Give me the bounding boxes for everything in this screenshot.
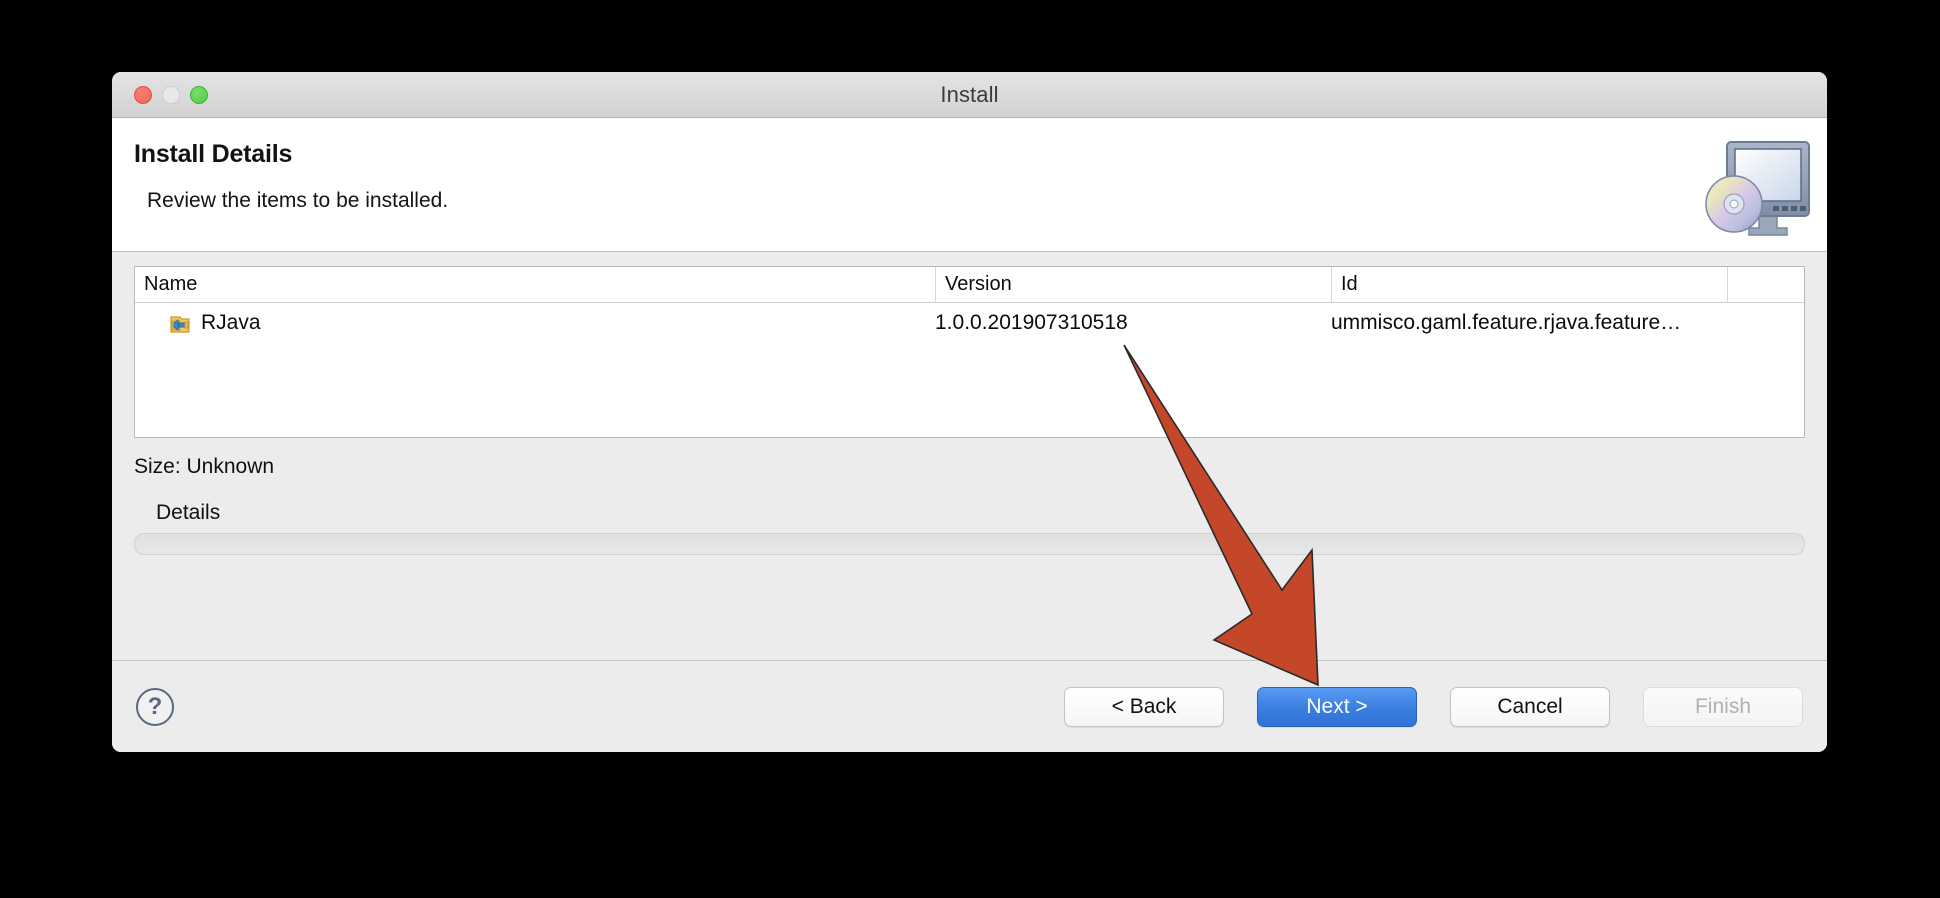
feature-plugin-icon [167, 310, 193, 336]
wizard-button-group: < Back Next > Cancel Finish [1064, 686, 1803, 727]
cell-version: 1.0.0.201907310518 [935, 311, 1128, 334]
cancel-button[interactable]: Cancel [1450, 686, 1610, 727]
minimize-button [162, 85, 180, 104]
close-button[interactable] [134, 85, 152, 104]
help-button[interactable]: ? [136, 687, 174, 726]
maximize-button[interactable] [190, 85, 208, 104]
cell-name-text: RJava [201, 311, 261, 334]
next-button[interactable]: Next > [1257, 686, 1417, 727]
cell-id: ummisco.gaml.feature.rjava.feature… [1331, 311, 1682, 334]
page-subtitle: Review the items to be installed. [147, 189, 449, 212]
window-titlebar: Install [112, 72, 1827, 118]
size-label: Size: Unknown [134, 455, 275, 478]
install-wizard-window: Install Install Details Review the items… [112, 72, 1827, 752]
table-row[interactable]: RJava 1.0.0.201907310518 ummisco.gaml.fe… [135, 303, 1804, 343]
table-header-row: Name Version Id [135, 267, 1804, 303]
column-header-name[interactable]: Name [135, 267, 935, 302]
back-button[interactable]: < Back [1064, 686, 1224, 727]
finish-button: Finish [1643, 686, 1803, 727]
window-traffic-lights [134, 85, 208, 104]
column-header-id[interactable]: Id [1331, 267, 1727, 302]
cell-name: RJava [135, 310, 935, 336]
screenshot-root: Install Install Details Review the items… [0, 0, 1940, 898]
details-label: Details [156, 501, 221, 524]
wizard-header: Install Details Review the items to be i… [112, 118, 1827, 252]
page-title: Install Details [134, 140, 293, 168]
window-title: Install [940, 81, 999, 107]
wizard-footer: ? < Back Next > Cancel Finish [112, 660, 1827, 752]
wizard-body: Name Version Id RJava 1.0.0.201907310518… [112, 252, 1827, 660]
install-monitor-disc-icon [1701, 124, 1821, 242]
column-header-extra[interactable] [1727, 267, 1804, 302]
details-text-field[interactable] [134, 533, 1805, 555]
column-header-version[interactable]: Version [935, 267, 1331, 302]
install-items-table[interactable]: Name Version Id RJava 1.0.0.201907310518… [134, 266, 1805, 438]
